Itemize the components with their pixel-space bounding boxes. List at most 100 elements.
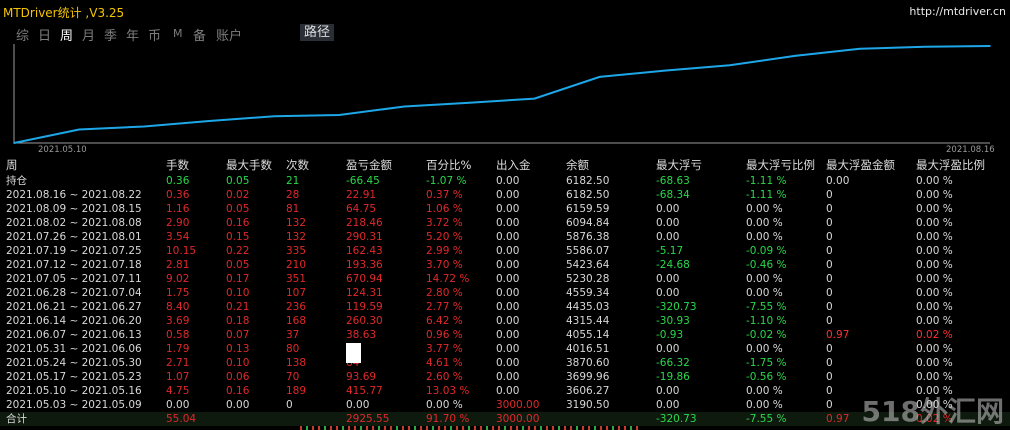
column-header-max-loss[interactable]: 最大浮亏	[656, 158, 702, 173]
cell-max-gain-pct: 0.00 %	[916, 217, 953, 229]
activity-tick	[570, 426, 572, 430]
cell-max-lots: 0.05	[226, 175, 250, 187]
balance-point	[208, 120, 210, 122]
table-row[interactable]: 2021.06.28 ~ 2021.07.04 1.75 0.10 107 124.31…	[0, 286, 1010, 300]
cell-balance: 4435.03	[566, 301, 610, 313]
cell-pnl: 415.77	[346, 385, 383, 397]
tab-path[interactable]: 路径	[300, 24, 335, 41]
table-row[interactable]: 2021.06.14 ~ 2021.06.20 3.69 0.18 168 260.30…	[0, 314, 1010, 328]
cell-count: 0	[286, 399, 293, 411]
column-header-io[interactable]: 出入金	[496, 158, 531, 173]
cell-max-loss-pct: 0.00 %	[746, 273, 783, 285]
cell-week: 2021.05.17 ~ 2021.05.23	[6, 371, 142, 383]
cell-max-lots: 0.10	[226, 357, 250, 369]
table-row[interactable]: 2021.06.21 ~ 2021.06.27 8.40 0.21 236 119.59…	[0, 300, 1010, 314]
activity-tick	[354, 426, 356, 430]
cell-week: 2021.05.31 ~ 2021.06.06	[6, 343, 142, 355]
cell-week: 2021.06.07 ~ 2021.06.13	[6, 329, 142, 341]
cell-week: 2021.07.12 ~ 2021.07.18	[6, 259, 142, 271]
column-header-pnl[interactable]: 盈亏金额	[346, 158, 392, 173]
cell-max-loss-pct: 0.00 %	[746, 217, 783, 229]
cell-io: 0.00	[496, 189, 520, 201]
column-header-count[interactable]: 次数	[286, 158, 309, 173]
table-row[interactable]: 2021.05.31 ~ 2021.06.061.790.1380913.77 …	[0, 342, 1010, 356]
column-header-lots[interactable]: 手数	[166, 158, 189, 173]
column-header-max-loss-pct[interactable]: 最大浮亏比例	[746, 158, 815, 173]
cell-io: 0.00	[496, 287, 520, 299]
cell-max-gain-pct: 0.00 %	[916, 371, 953, 383]
activity-tick	[426, 426, 428, 430]
balance-point	[663, 69, 666, 72]
x-end-label: 2021.08.16	[946, 145, 995, 154]
table-row[interactable]: 2021.05.24 ~ 2021.05.30 2.71 0.10 138 64 4.61…	[0, 356, 1010, 370]
balance-point	[78, 128, 80, 131]
cell-balance: 5423.64	[566, 259, 610, 271]
cell-max-lots: 0.16	[226, 385, 250, 397]
table-row[interactable]: 2021.08.02 ~ 2021.08.08 2.90 0.16 132 218.46…	[0, 216, 1010, 230]
cell-pct: 13.03 %	[426, 385, 470, 397]
activity-tick	[324, 426, 326, 430]
column-header-pct[interactable]: 百分比%	[426, 158, 471, 173]
balance-point	[143, 125, 145, 128]
cell-pct: 2.80 %	[426, 287, 463, 299]
table-row[interactable]: 2021.07.05 ~ 2021.07.11 9.02 0.17 351 670.94…	[0, 272, 1010, 286]
cell-pnl: 193.36	[346, 259, 383, 271]
cell-max-lots: 0.16	[226, 217, 250, 229]
position-row[interactable]: 持仓 0.36 0.05 21 -66.45 -1.07 % 0.00 6182.50 -68.…	[0, 174, 1010, 188]
cell-pnl: 119.59	[346, 301, 383, 313]
cell-pnl: 124.31	[346, 287, 383, 299]
cell-pnl: 290.31	[346, 231, 383, 243]
table-row[interactable]: 2021.07.19 ~ 2021.07.25 10.15 0.22 335 162.4…	[0, 244, 1010, 258]
cell-max-loss-pct: 0.00 %	[746, 343, 783, 355]
weekly-stats-table: 周 手数 最大手数 次数 盈亏金额 百分比% 出入金 余额 最大浮亏 最大浮亏比例 最大浮盈金额 最大…	[0, 158, 1010, 430]
cell-pct: 6.42 %	[426, 315, 463, 327]
table-row[interactable]: 2021.05.03 ~ 2021.05.09 0.00 0.00 0 0.00 0.00…	[0, 398, 1010, 412]
cell-max-gain: 0	[826, 189, 833, 201]
activity-tick	[498, 426, 500, 430]
cell-max-loss-pct: 0.00 %	[746, 385, 783, 397]
cell-max-gain: 0	[826, 287, 833, 299]
table-row[interactable]: 2021.07.12 ~ 2021.07.18 2.81 0.05 210 193.36…	[0, 258, 1010, 272]
cell-count: 138	[286, 357, 307, 369]
activity-tick	[312, 426, 314, 430]
cell-week: 2021.08.16 ~ 2021.08.22	[6, 189, 142, 201]
tab-m[interactable]: M	[173, 27, 183, 40]
table-row[interactable]: 2021.05.17 ~ 2021.05.23 1.07 0.06 70 93.69 2.…	[0, 370, 1010, 384]
cell-max-loss: 0.00	[656, 399, 680, 411]
table-row[interactable]: 2021.08.16 ~ 2021.08.22 0.36 0.02 28 22.91 0.…	[0, 188, 1010, 202]
cell-max-loss-pct: -0.56 %	[746, 371, 787, 383]
cell-week: 2021.08.09 ~ 2021.08.15	[6, 203, 142, 215]
cell-max-gain: 0	[826, 399, 833, 411]
cell-count: 80	[286, 343, 300, 355]
cell-max-lots: 0.07	[226, 329, 250, 341]
column-header-max-lots[interactable]: 最大手数	[226, 158, 272, 173]
table-row[interactable]: 2021.08.09 ~ 2021.08.15 1.16 0.05 81 64.75 1.…	[0, 202, 1010, 216]
cell-lots: 2.90	[166, 217, 190, 229]
column-header-balance[interactable]: 余额	[566, 158, 589, 173]
column-header-max-gain[interactable]: 最大浮盈金额	[826, 158, 895, 173]
column-header-week[interactable]: 周	[6, 158, 18, 173]
table-row[interactable]: 2021.05.10 ~ 2021.05.16 4.75 0.16 189 415.77…	[0, 384, 1010, 398]
cell-count: 107	[286, 287, 307, 299]
table-row[interactable]: 2021.07.26 ~ 2021.08.01 3.54 0.15 132 290.31…	[0, 230, 1010, 244]
cell-pct: 3.70 %	[426, 259, 463, 271]
cell-pct: 2.77 %	[426, 301, 463, 313]
cell-count: 189	[286, 385, 307, 397]
column-header-max-gain-pct[interactable]: 最大浮盈比例	[916, 158, 985, 173]
cell-balance: 3190.50	[566, 399, 610, 411]
cell-io: 0.00	[496, 301, 520, 313]
cell-max-gain-pct: 0.00 %	[916, 357, 953, 369]
table-row[interactable]: 2021.06.07 ~ 2021.06.13 0.58 0.07 37 38.63 0.…	[0, 328, 1010, 342]
activity-tick	[462, 426, 464, 430]
total-row[interactable]: 合计 55.04 2925.55 91.70 % 3000.00 -320.73 -7.55…	[0, 412, 1010, 426]
cell-max-gain-pct: 0.00 %	[916, 203, 953, 215]
cell-max-lots: 0.22	[226, 245, 250, 257]
activity-tick	[576, 426, 578, 430]
cell-max-gain-pct: 0.00 %	[916, 273, 953, 285]
cell-pct: 3.72 %	[426, 217, 463, 229]
cell-max-lots: 0.15	[226, 231, 250, 243]
cell-max-gain-pct: 0.00 %	[916, 245, 953, 257]
cell-balance: 3870.60	[566, 357, 610, 369]
app-url-link[interactable]: http://mtdriver.cn	[909, 5, 1006, 18]
activity-tick	[414, 426, 416, 430]
